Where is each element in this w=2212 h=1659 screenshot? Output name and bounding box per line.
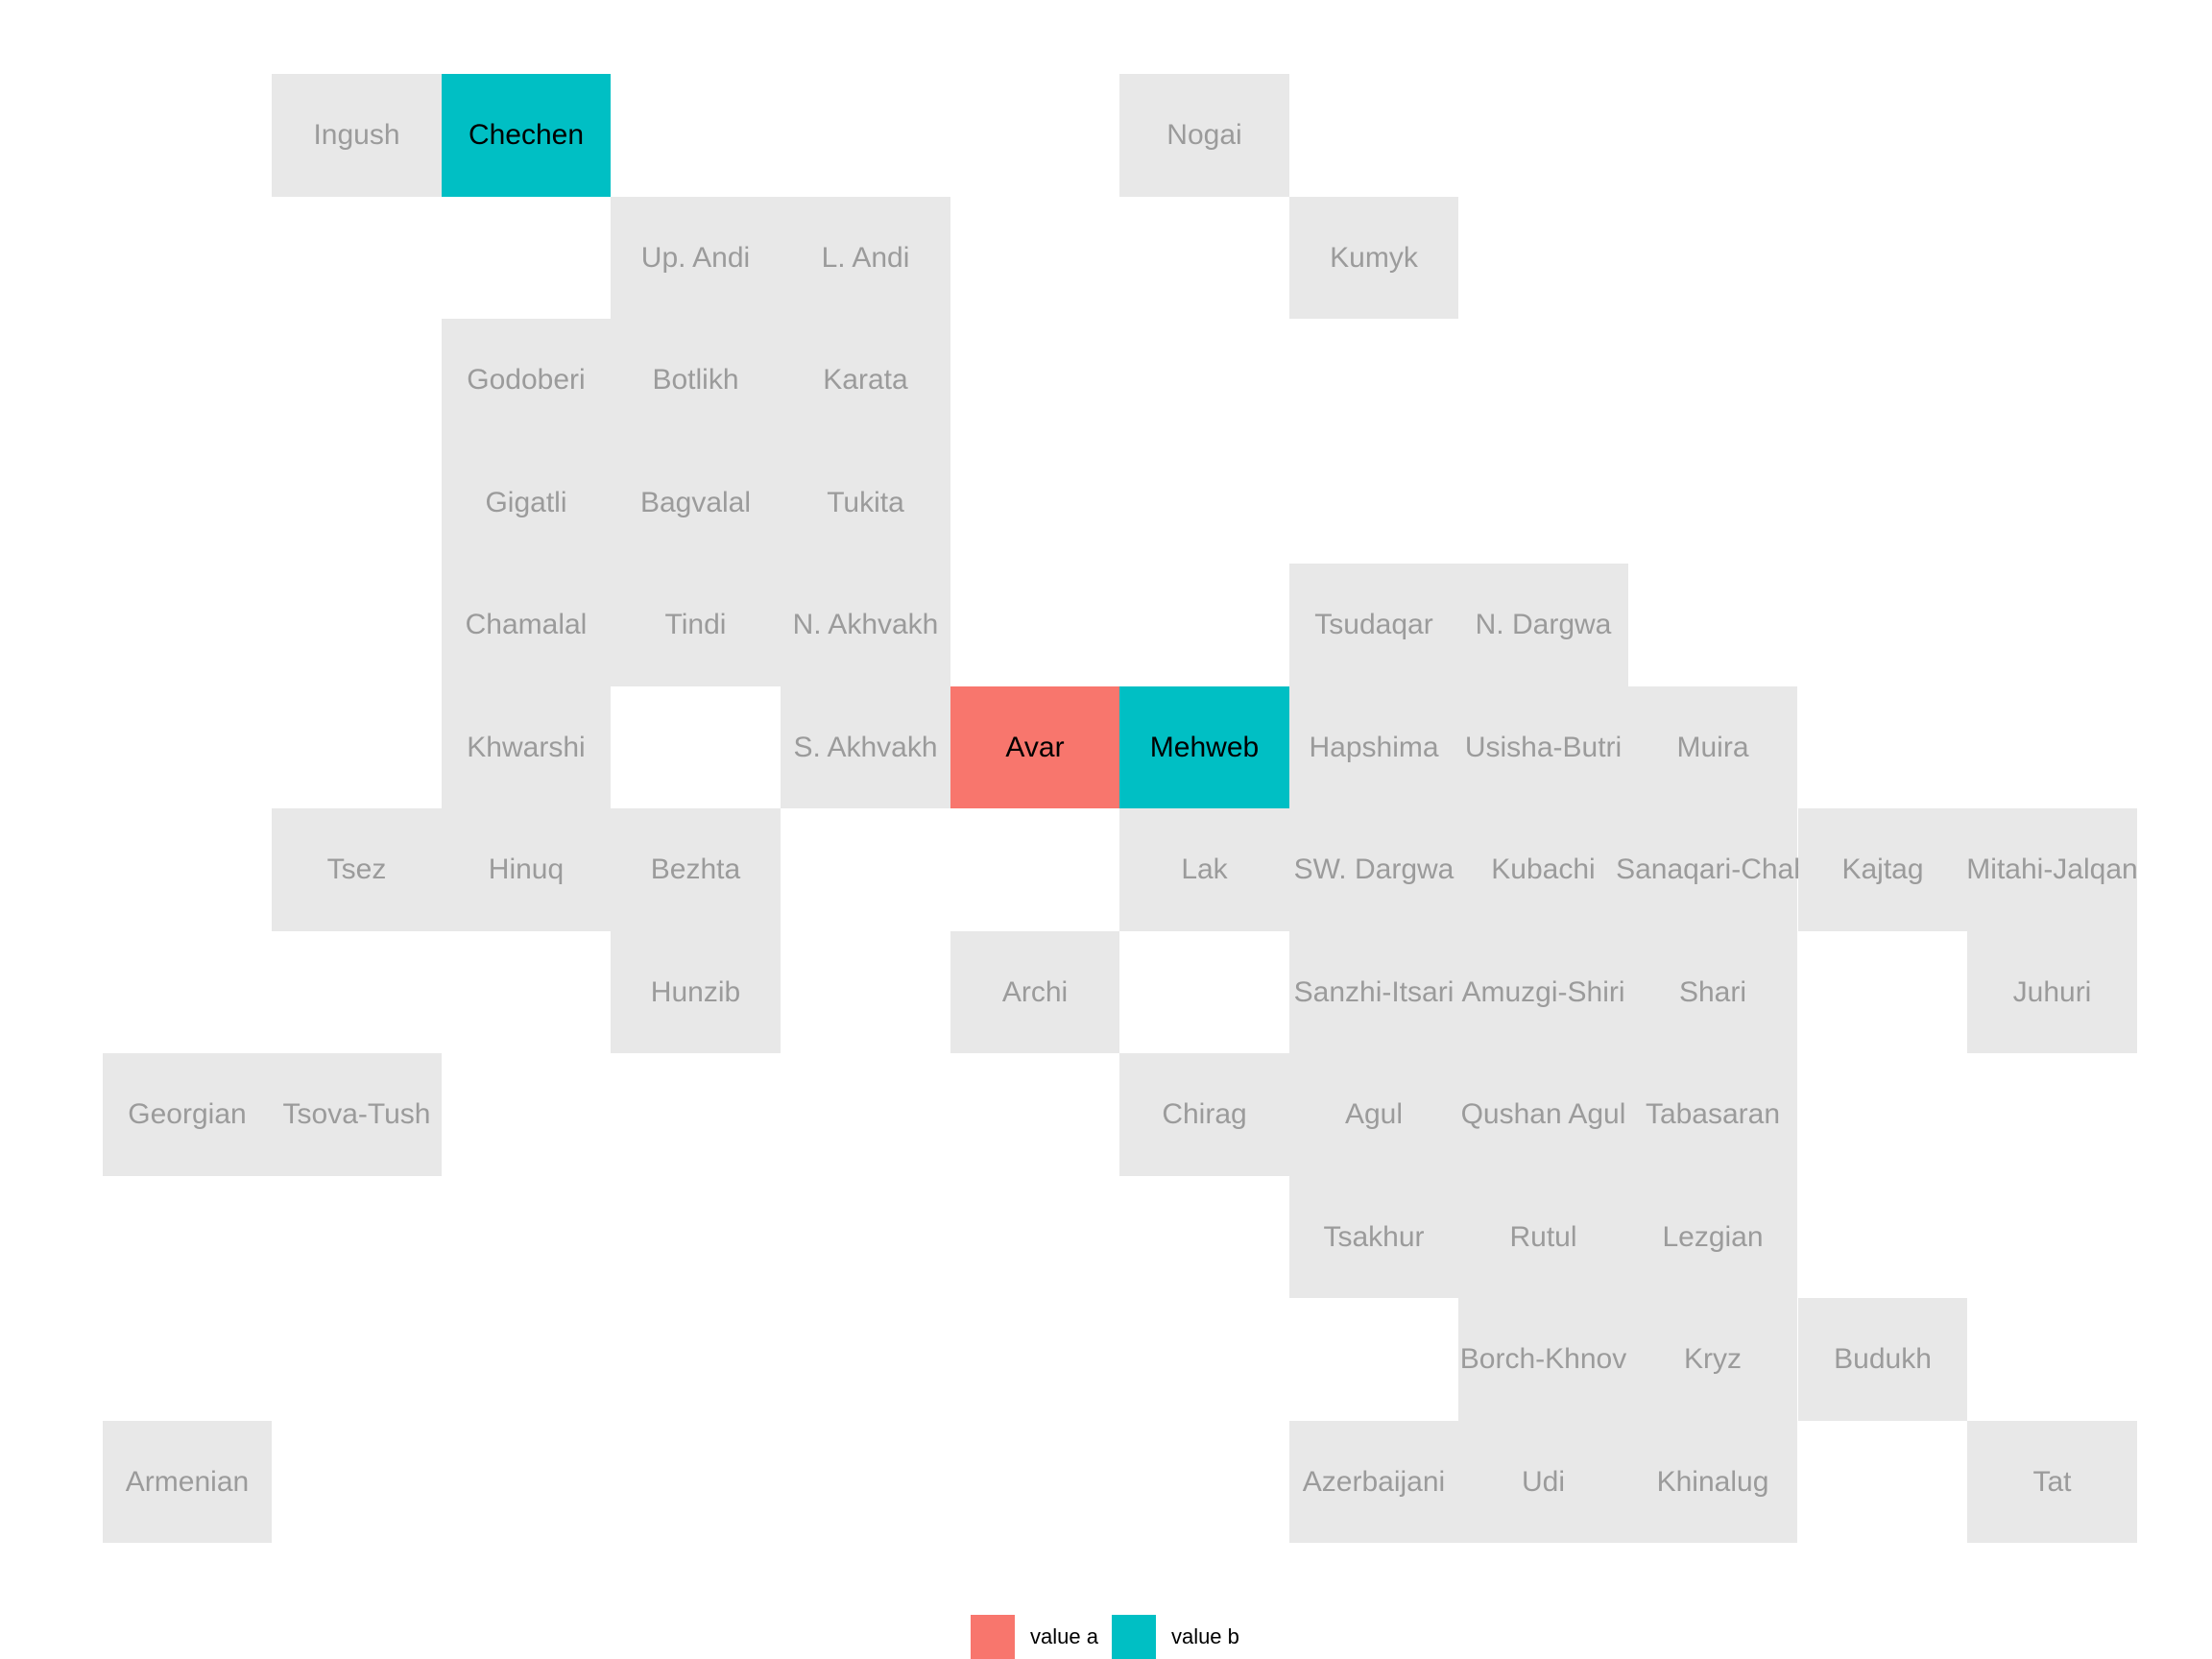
- tile-agul: Agul: [1289, 1053, 1458, 1176]
- tile-kajtag: Kajtag: [1798, 808, 1967, 931]
- tile-chamalal: Chamalal: [442, 564, 611, 686]
- tile-sanaqari-chah: Sanaqari-Chah: [1616, 808, 1810, 931]
- tile-georgian: Georgian: [103, 1053, 272, 1176]
- tile-tsakhur: Tsakhur: [1289, 1176, 1458, 1298]
- tile-l-andi: L. Andi: [781, 197, 950, 319]
- tile-n-dargwa: N. Dargwa: [1458, 564, 1628, 686]
- tile-kryz: Kryz: [1628, 1298, 1797, 1421]
- legend-item-value-a: value a: [971, 1615, 1098, 1659]
- tile-chirag: Chirag: [1119, 1053, 1289, 1176]
- tile-juhuri: Juhuri: [1967, 931, 2137, 1053]
- tile-lezgian: Lezgian: [1628, 1176, 1797, 1298]
- tile-tindi: Tindi: [611, 564, 781, 686]
- legend: value a value b: [971, 1615, 1253, 1659]
- tile-bagvalal: Bagvalal: [611, 442, 781, 564]
- tile-budukh: Budukh: [1798, 1298, 1967, 1421]
- legend-swatch-value-b: [1111, 1615, 1156, 1659]
- tile-sanzhi-itsari: Sanzhi-Itsari: [1289, 931, 1458, 1053]
- tile-armenian: Armenian: [103, 1421, 272, 1543]
- tile-chechen: Chechen: [442, 74, 611, 197]
- tile-qushan-agul: Qushan Agul: [1458, 1053, 1628, 1176]
- tile-tat: Tat: [1967, 1421, 2137, 1543]
- tile-shari: Shari: [1628, 931, 1797, 1053]
- tile-tabasaran: Tabasaran: [1628, 1053, 1797, 1176]
- tile-tsova-tush: Tsova-Tush: [272, 1053, 442, 1176]
- tile-godoberi: Godoberi: [442, 319, 611, 442]
- tile-gigatli: Gigatli: [442, 442, 611, 564]
- tile-rutul: Rutul: [1458, 1176, 1628, 1298]
- tile-avar: Avar: [950, 686, 1119, 808]
- tile-bezhta: Bezhta: [611, 808, 781, 931]
- tile-usisha-butri: Usisha-Butri: [1458, 686, 1628, 808]
- tile-amuzgi-shiri: Amuzgi-Shiri: [1458, 931, 1628, 1053]
- legend-label-value-b: value b: [1170, 1624, 1239, 1648]
- tile-tsez: Tsez: [272, 808, 442, 931]
- tile-up-andi: Up. Andi: [611, 197, 781, 319]
- language-tile-grid: Ingush Chechen Nogai Up. Andi L. Andi Kumyk Go…: [0, 0, 2212, 1659]
- tile-tukita: Tukita: [781, 442, 950, 564]
- tile-borch-khnov: Borch-Khnov: [1458, 1298, 1628, 1421]
- legend-swatch-value-a: [971, 1615, 1015, 1659]
- tile-karata: Karata: [781, 319, 950, 442]
- tile-kumyk: Kumyk: [1289, 197, 1458, 319]
- tile-tsudaqar: Tsudaqar: [1289, 564, 1458, 686]
- tile-sw-dargwa: SW. Dargwa: [1289, 808, 1458, 931]
- tile-botlikh: Botlikh: [611, 319, 781, 442]
- tile-mitahi-jalqan: Mitahi-Jalqan: [1966, 808, 2138, 931]
- tile-hapshima: Hapshima: [1289, 686, 1458, 808]
- tile-hunzib: Hunzib: [611, 931, 781, 1053]
- tile-mehweb: Mehweb: [1119, 686, 1289, 808]
- tile-kubachi: Kubachi: [1458, 808, 1628, 931]
- legend-label-value-a: value a: [1030, 1624, 1098, 1648]
- tile-nogai: Nogai: [1119, 74, 1289, 197]
- tile-azerbaijani: Azerbaijani: [1289, 1421, 1458, 1543]
- legend-item-value-b: value b: [1111, 1615, 1239, 1659]
- tile-lak: Lak: [1119, 808, 1289, 931]
- tile-khinalug: Khinalug: [1628, 1421, 1797, 1543]
- tile-khwarshi: Khwarshi: [442, 686, 611, 808]
- tile-s-akhvakh: S. Akhvakh: [781, 686, 950, 808]
- tile-hinuq: Hinuq: [442, 808, 611, 931]
- tile-archi: Archi: [950, 931, 1119, 1053]
- tile-udi: Udi: [1458, 1421, 1628, 1543]
- tile-n-akhvakh: N. Akhvakh: [781, 564, 950, 686]
- tile-ingush: Ingush: [272, 74, 442, 197]
- tile-muira: Muira: [1628, 686, 1797, 808]
